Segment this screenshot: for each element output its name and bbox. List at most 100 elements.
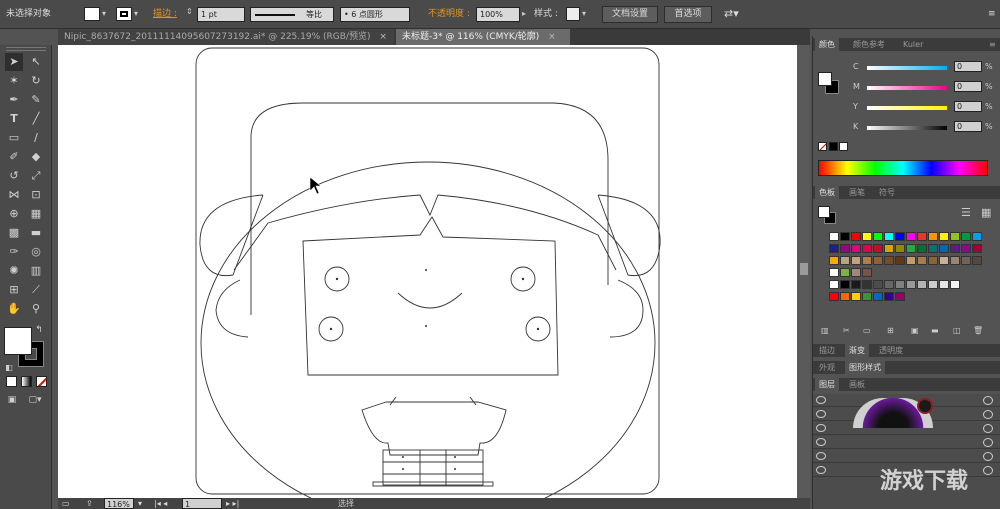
document-settings-button[interactable]: 文档设置 — [602, 6, 658, 23]
color-swatch[interactable] — [851, 244, 861, 253]
tab-layers[interactable]: 图层 — [815, 378, 839, 391]
artboard-tool-icon[interactable]: ⊞ — [5, 281, 23, 299]
tab-artboards[interactable]: 画板 — [845, 378, 869, 391]
magic-wand-tool-icon[interactable]: ✶ — [5, 72, 23, 90]
color-swatch[interactable] — [961, 232, 971, 241]
color-swatch[interactable] — [829, 292, 839, 301]
tab-brushes[interactable]: 画笔 — [845, 186, 869, 199]
color-swatch[interactable] — [972, 256, 982, 265]
color-swatch[interactable] — [862, 244, 872, 253]
preferences-button[interactable]: 首选项 — [664, 6, 712, 23]
pen-tool-icon[interactable]: ✒ — [5, 91, 23, 109]
eye-icon[interactable] — [816, 452, 826, 460]
color-swatch[interactable] — [840, 292, 850, 301]
panel-menu-icon[interactable]: ≡ — [985, 38, 1000, 51]
color-swatch[interactable] — [928, 256, 938, 265]
color-swatch[interactable] — [829, 280, 839, 289]
eraser-tool-icon[interactable]: ◆ — [27, 148, 45, 166]
color-swatch[interactable] — [939, 256, 949, 265]
color-swatch[interactable] — [917, 244, 927, 253]
eye-icon[interactable] — [816, 466, 826, 474]
swatch-fill-preview[interactable] — [818, 206, 830, 218]
scale-tool-icon[interactable]: ⤢ — [27, 167, 45, 185]
stroke-swatch[interactable] — [116, 7, 132, 21]
color-swatch[interactable] — [840, 256, 850, 265]
color-swatch[interactable] — [884, 256, 894, 265]
tab-color-guide[interactable]: 颜色参考 — [849, 38, 889, 51]
panel-menu-icon[interactable]: ≡ — [988, 6, 996, 22]
artboard-canvas[interactable] — [58, 45, 810, 498]
color-swatch[interactable] — [906, 232, 916, 241]
color-swatch[interactable] — [928, 244, 938, 253]
channel-y-slider[interactable] — [867, 106, 947, 110]
stroke-profile-select[interactable]: 等比 — [250, 7, 334, 22]
rectangle-tool-icon[interactable]: ▭ — [5, 129, 23, 147]
channel-m-value[interactable]: 0 — [954, 81, 982, 92]
fill-color-swatch[interactable] — [4, 327, 32, 355]
next-artboard-icon[interactable]: ▸ ▸| — [226, 498, 239, 509]
direct-selection-tool-icon[interactable]: ↖ — [27, 53, 45, 71]
color-swatch[interactable] — [928, 232, 938, 241]
color-swatch[interactable] — [939, 232, 949, 241]
share-icon[interactable]: ⇪ — [86, 498, 93, 509]
stroke-label[interactable]: 描边 : — [153, 6, 177, 22]
target-icon[interactable] — [983, 396, 993, 405]
slice-tool-icon[interactable]: ⟋ — [27, 281, 45, 299]
swatch-kind-icon[interactable]: ✂ — [843, 326, 850, 335]
lasso-tool-icon[interactable]: ↻ — [27, 72, 45, 90]
tab-document-2[interactable]: 未标题-3* @ 116% (CMYK/轮廓) × — [396, 29, 570, 45]
drawing-mode-icon[interactable]: ▣ — [5, 393, 19, 407]
close-icon[interactable]: × — [379, 32, 387, 42]
color-swatch[interactable] — [895, 244, 905, 253]
color-swatch[interactable] — [961, 256, 971, 265]
target-icon[interactable] — [983, 466, 993, 475]
color-swatch[interactable] — [829, 244, 839, 253]
none-mode-icon[interactable] — [36, 376, 47, 387]
paintbrush-tool-icon[interactable]: ∕ — [27, 129, 45, 147]
target-icon[interactable] — [983, 410, 993, 419]
list-view-icon[interactable]: ☰ — [961, 206, 971, 219]
rotate-tool-icon[interactable]: ↺ — [5, 167, 23, 185]
color-swatch[interactable] — [840, 280, 850, 289]
close-icon[interactable]: × — [548, 32, 556, 42]
color-swatch[interactable] — [873, 232, 883, 241]
color-swatch[interactable] — [917, 280, 927, 289]
color-swatch[interactable] — [917, 256, 927, 265]
tab-gradient[interactable]: 渐变 — [845, 344, 869, 357]
color-swatch[interactable] — [862, 268, 872, 277]
color-swatch[interactable] — [862, 280, 872, 289]
hand-tool-icon[interactable]: ✋ — [5, 300, 23, 318]
color-swatch[interactable] — [851, 256, 861, 265]
fill-swatch[interactable] — [84, 7, 100, 21]
channel-y-value[interactable]: 0 — [954, 101, 982, 112]
screen-mode-icon[interactable]: ▢▾ — [22, 393, 48, 407]
color-group-icon[interactable]: ⊞ — [887, 326, 894, 335]
opacity-label[interactable]: 不透明度 : — [428, 6, 470, 22]
color-swatch[interactable] — [829, 268, 839, 277]
swatch-library-icon[interactable]: ▥ — [821, 326, 829, 335]
tab-symbols[interactable]: 符号 — [875, 186, 899, 199]
trash-icon[interactable]: 🗑 — [973, 326, 983, 335]
swatch-options-icon[interactable]: ▣ — [911, 326, 919, 335]
list-item[interactable] — [813, 436, 1000, 449]
target-icon[interactable] — [983, 438, 993, 447]
opacity-field[interactable]: 100% — [476, 7, 520, 22]
channel-k-slider[interactable] — [867, 126, 947, 130]
stroke-weight-field[interactable]: 1 pt — [197, 7, 245, 22]
chevron-down-icon[interactable]: ▾ — [134, 9, 138, 18]
color-swatch[interactable] — [895, 280, 905, 289]
color-swatch[interactable] — [851, 292, 861, 301]
color-swatch[interactable] — [884, 292, 894, 301]
blend-tool-icon[interactable]: ◎ — [27, 243, 45, 261]
toolbox-grip[interactable] — [6, 47, 46, 51]
new-swatch-icon[interactable]: ◫ — [953, 326, 961, 335]
color-swatch[interactable] — [862, 232, 872, 241]
color-fill-preview[interactable] — [818, 72, 832, 86]
gradient-mode-icon[interactable] — [21, 376, 32, 387]
tab-transparency[interactable]: 透明度 — [875, 344, 907, 357]
thumbnail-view-icon[interactable]: ▦ — [981, 206, 991, 219]
type-tool-icon[interactable]: T — [5, 110, 23, 128]
color-swatch[interactable] — [895, 256, 905, 265]
color-swatch[interactable] — [950, 280, 960, 289]
color-swatch[interactable] — [829, 232, 839, 241]
